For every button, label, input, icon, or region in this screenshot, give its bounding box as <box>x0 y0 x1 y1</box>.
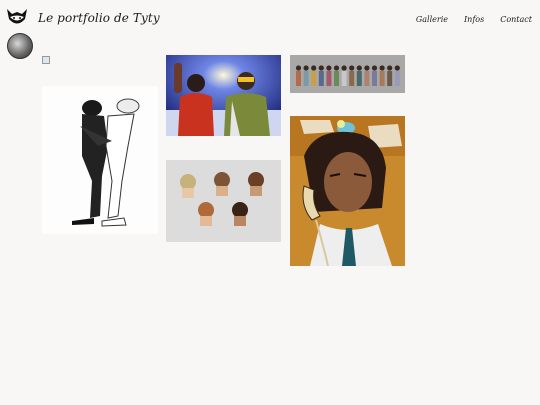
nav-contact[interactable]: Contact <box>500 15 532 24</box>
artwork-head-studies[interactable] <box>166 160 281 242</box>
artwork-inked-figures[interactable] <box>42 86 158 234</box>
artwork-character-lineup[interactable] <box>290 55 405 93</box>
nav-infos[interactable]: Infos <box>464 15 484 24</box>
avatar-icon[interactable] <box>7 33 33 59</box>
fox-head-icon[interactable] <box>6 8 28 28</box>
main-nav: Gallerie Infos Contact <box>416 15 532 24</box>
broken-image-icon <box>42 56 50 64</box>
site-title[interactable]: Le portfolio de Tyty <box>38 11 160 25</box>
artwork-phone-portrait[interactable] <box>290 116 405 266</box>
artwork-two-characters-night[interactable] <box>166 55 281 136</box>
nav-gallerie[interactable]: Gallerie <box>416 15 448 24</box>
